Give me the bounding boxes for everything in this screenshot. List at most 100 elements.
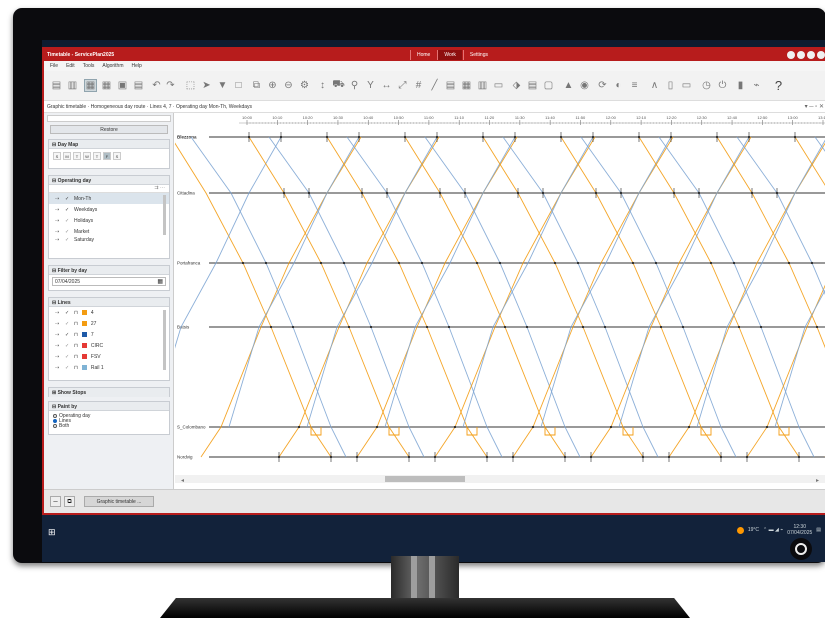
weather-text[interactable]: 19°C [748, 527, 759, 533]
zoom-out-icon[interactable]: ⊖ [282, 79, 295, 92]
copy-icon[interactable]: ⧉ [250, 79, 263, 92]
weather-icon[interactable] [736, 526, 744, 534]
tab-graphic-timetable[interactable]: Graphic timetable ... [84, 496, 154, 507]
menu-tools[interactable]: Tools [83, 63, 95, 69]
stop-event-marker[interactable] [654, 261, 658, 265]
lines-scrollbar[interactable] [163, 310, 166, 370]
check-icon[interactable]: ✓ [65, 207, 70, 213]
trip-line[interactable] [150, 136, 282, 428]
day-button-fri[interactable]: F [103, 152, 111, 160]
trip-line[interactable] [404, 136, 566, 458]
stop-event-marker[interactable] [369, 325, 373, 329]
sidebar-search-input[interactable] [47, 115, 171, 122]
timer-icon[interactable]: ◐ [612, 79, 625, 92]
clock[interactable]: 12:30 07/04/2025 [787, 524, 812, 536]
line-item[interactable]: ⇢ ✓ ⊓ FSV [49, 351, 169, 362]
pointer-icon[interactable]: ⬚ [184, 79, 197, 92]
menu-algorithm[interactable]: Algorithm [102, 63, 123, 69]
check-icon[interactable]: ✓ [65, 229, 70, 235]
trip-line[interactable] [746, 137, 825, 458]
power-button[interactable] [790, 538, 812, 560]
check-icon[interactable]: ✓ [65, 354, 70, 360]
clock-icon[interactable]: ◷ [700, 79, 713, 92]
trip-line[interactable] [638, 136, 800, 458]
operating-day-item[interactable]: ⇢ ✓ Market [49, 226, 169, 237]
paint-by-header[interactable]: ⊟ Paint by [49, 402, 169, 411]
nav-work[interactable]: Work [437, 50, 462, 60]
lines-header[interactable]: ⊟ Lines [49, 298, 169, 307]
vehicle-icon[interactable]: ⛟ [332, 79, 345, 92]
trip-line[interactable] [736, 136, 825, 457]
line-item[interactable]: ⇢ ✓ ⊓ 27 [49, 318, 169, 329]
lock-icon[interactable]: ⊓ [74, 332, 78, 338]
stop-event-marker[interactable] [765, 425, 769, 429]
person-icon[interactable]: ⚲ [348, 79, 361, 92]
trip-line[interactable] [560, 136, 722, 458]
tag-icon[interactable]: ⬗ [510, 79, 523, 92]
columns-icon[interactable]: ▥ [476, 79, 489, 92]
scroll-left-icon[interactable]: ◂ [181, 478, 184, 484]
stop-event-marker[interactable] [347, 325, 351, 329]
stop-event-marker[interactable] [447, 325, 451, 329]
check-icon[interactable]: ✓ [65, 343, 70, 349]
line-item[interactable]: ⇢ ✓ ⊓ Rail 1 [49, 362, 169, 373]
resize-icon[interactable]: ⌁ [750, 79, 763, 92]
day-button-thu[interactable]: T [93, 152, 101, 160]
view-controls[interactable]: ▾ ─ ▫ ✕ [805, 103, 824, 110]
stop-event-marker[interactable] [269, 325, 273, 329]
day-button-tue[interactable]: T [73, 152, 81, 160]
close-icon[interactable] [817, 51, 825, 59]
stop-event-marker[interactable] [815, 325, 819, 329]
trip-line[interactable] [696, 137, 825, 428]
stop-event-marker[interactable] [581, 325, 585, 329]
stop-event-marker[interactable] [375, 425, 379, 429]
open-icon[interactable]: ▥ [66, 79, 79, 92]
notification-icon[interactable]: ▤ [816, 527, 821, 533]
connect-icon[interactable]: ↔ [380, 79, 393, 92]
recycle-icon[interactable]: ⟳ [596, 79, 609, 92]
check-icon[interactable]: ✓ [65, 321, 70, 327]
graphic-timetable[interactable]: 10:00 10:10 10:20 10:30 10:40 10:50 11:00 11:10… [150, 113, 825, 489]
scrollbar-thumb[interactable] [385, 476, 465, 482]
check-icon[interactable]: ✓ [65, 332, 70, 338]
day-button-wed[interactable]: W [83, 152, 91, 160]
print-icon[interactable]: ▭ [680, 79, 693, 92]
check-icon[interactable]: ✓ [65, 196, 70, 202]
table-view-icon[interactable]: ▦ [100, 79, 113, 92]
operating-day-item[interactable]: ⇢ ✓ Holidays [49, 215, 169, 226]
scroll-right-icon[interactable]: ▸ [816, 478, 819, 484]
line-item[interactable]: ⇢ ✓ ⊓ 7 [49, 329, 169, 340]
rectangle-icon[interactable]: □ [232, 79, 245, 92]
stop-event-marker[interactable] [525, 325, 529, 329]
stop-event-marker[interactable] [576, 261, 580, 265]
split-icon[interactable]: Y [364, 79, 377, 92]
line-item[interactable]: ⇢ ✓ ⊓ 4 [49, 307, 169, 318]
settings-icon[interactable]: ⚙ [298, 79, 311, 92]
stop-event-marker[interactable] [810, 261, 814, 265]
list-icon[interactable]: ▤ [132, 79, 145, 92]
tray-icons[interactable]: ⌃ ▬ ◢ ⌁ [763, 527, 783, 533]
stop-event-marker[interactable] [787, 261, 791, 265]
day-button-mon[interactable]: M [63, 152, 71, 160]
stop-event-marker[interactable] [609, 425, 613, 429]
tab-menu-icon[interactable]: ─ [50, 496, 61, 507]
filter-icon[interactable]: ▼ [216, 79, 229, 92]
operating-day-item[interactable]: ⇢ ✓ Weekdays [49, 204, 169, 215]
trip-line[interactable] [482, 136, 644, 458]
stop-event-marker[interactable] [498, 261, 502, 265]
stop-event-marker[interactable] [737, 325, 741, 329]
operating-day-item[interactable]: ⇢ ✓ Mon-Th [49, 193, 169, 204]
day-button-sun[interactable]: S [53, 152, 61, 160]
stop-event-marker[interactable] [342, 261, 346, 265]
operating-day-scrollbar[interactable] [163, 195, 166, 235]
stop-event-marker[interactable] [297, 425, 301, 429]
date-input[interactable]: 07/04/2025 ▦ [52, 277, 166, 286]
menu-file[interactable]: File [50, 63, 58, 69]
stop-event-marker[interactable] [759, 325, 763, 329]
check-icon[interactable]: ✓ [65, 365, 70, 371]
draw-icon[interactable]: ╱ [428, 79, 441, 92]
menu-edit[interactable]: Edit [66, 63, 75, 69]
stop-event-marker[interactable] [453, 425, 457, 429]
stop-event-marker[interactable] [291, 325, 295, 329]
radio-dot[interactable] [53, 418, 57, 423]
